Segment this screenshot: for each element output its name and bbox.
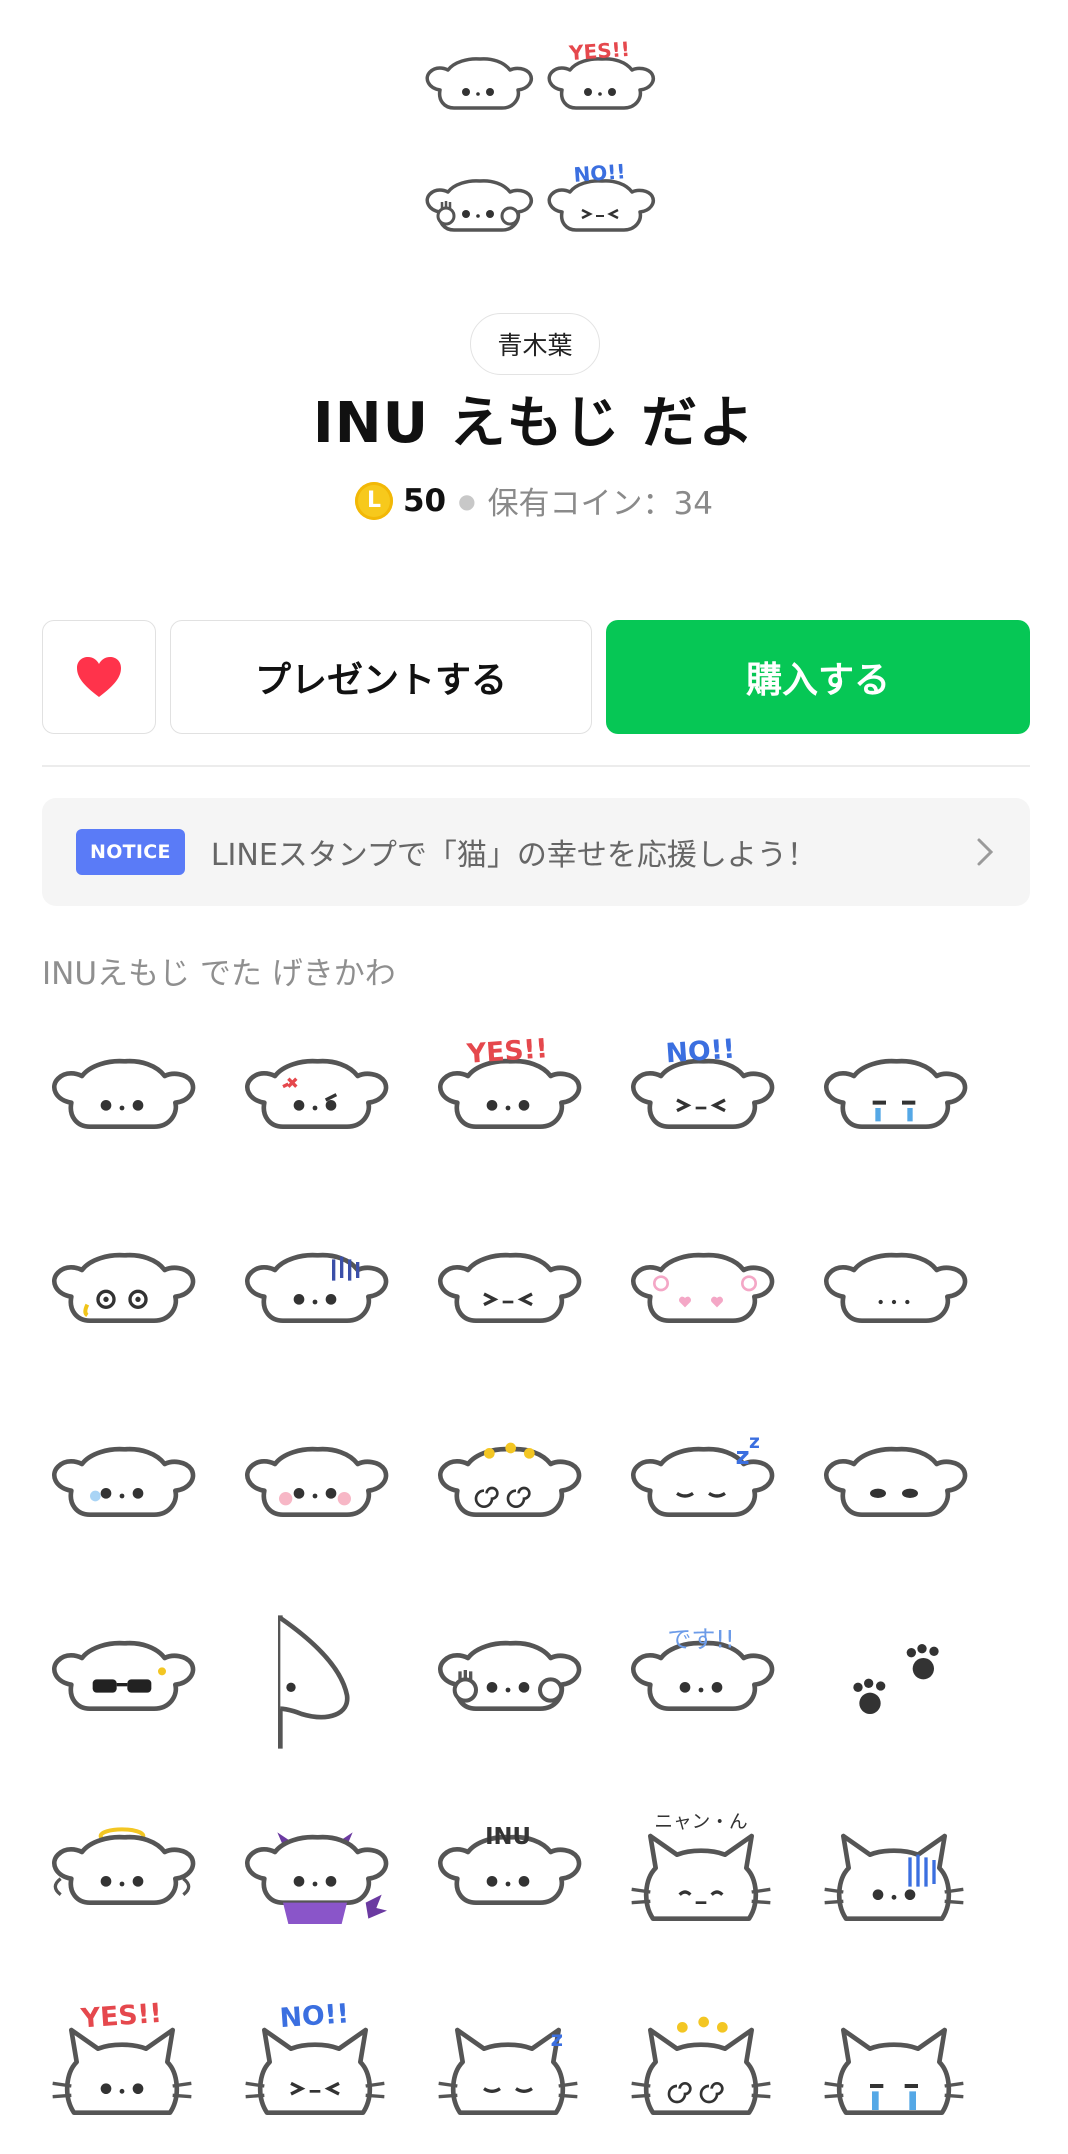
divider	[42, 765, 1030, 767]
emoji-cell-paw-prints[interactable]	[814, 1602, 974, 1752]
dog-inu-icon: INU	[438, 1824, 582, 1905]
dog-angry-icon	[245, 1058, 389, 1129]
emoji-cell-dog-blush[interactable]	[235, 1408, 395, 1558]
hero-emoji-4: NO!!	[540, 150, 660, 270]
emoji-cell-dog-sleep[interactable]: zz	[621, 1408, 781, 1558]
svg-text:YES!!: YES!!	[567, 37, 630, 65]
buy-button[interactable]: 購入する	[606, 620, 1030, 734]
dog-blush-icon	[245, 1446, 389, 1517]
svg-text:NO!!: NO!!	[573, 159, 627, 187]
present-button[interactable]: プレゼントする	[170, 620, 592, 734]
dog-no-icon: NO!!	[631, 1034, 775, 1129]
dog-devil-icon	[245, 1832, 389, 1924]
cat-gloom-icon	[824, 1833, 964, 1921]
emoji-cell-dog-squint[interactable]	[428, 1214, 588, 1364]
author-chip[interactable]: 青木葉	[470, 313, 600, 375]
emoji-cell-dog-sideeye[interactable]	[814, 1408, 974, 1558]
svg-text:YES!!: YES!!	[79, 1998, 163, 2035]
dog-sideeye-icon	[824, 1446, 968, 1517]
dog-dotface-icon	[824, 1252, 968, 1323]
emoji-cell-dog-plain[interactable]	[42, 1020, 202, 1170]
emoji-cell-dog-inu[interactable]: INU	[428, 1796, 588, 1946]
price-amount: 50	[402, 482, 447, 519]
cat-yes-icon: YES!!	[52, 1998, 192, 2115]
emoji-cell-dog-angel[interactable]	[42, 1796, 202, 1946]
line-coin-icon: L	[354, 481, 393, 520]
svg-text:YES!!: YES!!	[465, 1033, 549, 1070]
dog-blue-icon	[52, 1446, 196, 1517]
emoji-cell-dog-dotface[interactable]	[814, 1214, 974, 1364]
emoji-cell-dog-cry[interactable]	[814, 1020, 974, 1170]
dog-squint-icon	[438, 1252, 582, 1323]
dog-plain-icon	[425, 57, 533, 110]
emoji-cell-dog-dizzy[interactable]	[428, 1408, 588, 1558]
product-description: INUえもじ でた げきかわ	[42, 956, 396, 992]
dog-paws-icon	[425, 179, 533, 232]
emoji-cell-dog-desu[interactable]: です!!	[621, 1602, 781, 1752]
svg-text:z: z	[749, 1432, 760, 1453]
dog-cry-icon	[824, 1058, 968, 1129]
emoji-cell-dog-blue[interactable]	[42, 1408, 202, 1558]
emoji-cell-cat-sleep[interactable]: z	[428, 1990, 588, 2140]
emoji-cell-dog-flag[interactable]	[235, 1602, 395, 1752]
dog-angel-icon	[52, 1827, 196, 1905]
notice-text: LINEスタンプで「猫」の幸せを応援しよう！	[210, 838, 817, 873]
svg-text:z: z	[736, 1442, 750, 1470]
cat-no-icon: NO!!	[245, 1998, 385, 2115]
dog-dizzy-icon	[438, 1442, 582, 1517]
dog-yes-icon: YES!!	[547, 37, 655, 110]
emoji-cell-cat-no[interactable]: NO!!	[235, 1990, 395, 2140]
product-title: INU えもじ だよ	[312, 391, 756, 456]
paw-prints-icon	[853, 1644, 939, 1714]
dog-desu-icon: です!!	[631, 1625, 775, 1711]
hero-preview: YES!! NO!!	[0, 0, 1068, 300]
emoji-cell-dog-love[interactable]	[621, 1214, 781, 1364]
dog-paws-icon	[438, 1640, 582, 1711]
dog-yes-icon: YES!!	[438, 1033, 582, 1129]
cat-nyan-icon: ニャン・ん	[631, 1812, 771, 1921]
emoji-cell-dog-no[interactable]: NO!!	[621, 1020, 781, 1170]
notice-badge: NOTICE	[76, 829, 185, 875]
svg-text:ニャン・ん: ニャン・ん	[654, 1812, 747, 1833]
heart-icon	[77, 657, 121, 697]
dog-flag-icon	[278, 1615, 350, 1749]
dog-plain-icon	[52, 1058, 196, 1129]
owned-coins: 保有コイン：34	[487, 486, 714, 522]
dog-sleep-icon: zz	[631, 1432, 775, 1517]
emoji-cell-cat-cry[interactable]	[814, 1990, 974, 2140]
emoji-cell-dog-sweat[interactable]	[42, 1214, 202, 1364]
svg-text:NO!!: NO!!	[279, 1998, 350, 2034]
hero-emoji-3	[418, 150, 538, 270]
emoji-cell-dog-paws[interactable]	[428, 1602, 588, 1752]
price-row: L 50 ● 保有コイン：34	[0, 478, 1068, 523]
emoji-cell-dog-gloom[interactable]	[235, 1214, 395, 1364]
hero-emoji-1	[418, 28, 538, 148]
svg-text:z: z	[551, 2027, 563, 2052]
svg-text:INU: INU	[485, 1824, 531, 1850]
favorite-button[interactable]	[42, 620, 156, 734]
emoji-cell-cat-yes[interactable]: YES!!	[42, 1990, 202, 2140]
notice-banner[interactable]: NOTICE LINEスタンプで「猫」の幸せを応援しよう！	[42, 798, 1030, 906]
emoji-cell-cat-gloom[interactable]	[814, 1796, 974, 1946]
separator-dot: ●	[458, 488, 476, 513]
svg-text:です!!: です!!	[667, 1625, 734, 1653]
emoji-cell-dog-devil[interactable]	[235, 1796, 395, 1946]
cat-cry-icon	[824, 2027, 964, 2115]
dog-sweat-icon	[52, 1252, 196, 1323]
emoji-cell-dog-yes[interactable]: YES!!	[428, 1020, 588, 1170]
emoji-cell-dog-angry[interactable]	[235, 1020, 395, 1170]
emoji-cell-dog-sunglasses[interactable]	[42, 1602, 202, 1752]
emoji-cell-cat-nyan[interactable]: ニャン・ん	[621, 1796, 781, 1946]
dog-no-icon: NO!!	[547, 159, 655, 232]
emoji-cell-cat-dizzy[interactable]	[621, 1990, 781, 2140]
dog-sunglasses-icon	[52, 1640, 196, 1711]
chevron-right-icon	[977, 838, 994, 866]
cat-sleep-icon: z	[438, 2027, 578, 2115]
dog-gloom-icon	[245, 1252, 389, 1323]
dog-love-icon	[631, 1252, 775, 1323]
cat-dizzy-icon	[631, 2016, 771, 2115]
svg-text:NO!!: NO!!	[665, 1034, 736, 1070]
hero-emoji-2: YES!!	[540, 28, 660, 148]
